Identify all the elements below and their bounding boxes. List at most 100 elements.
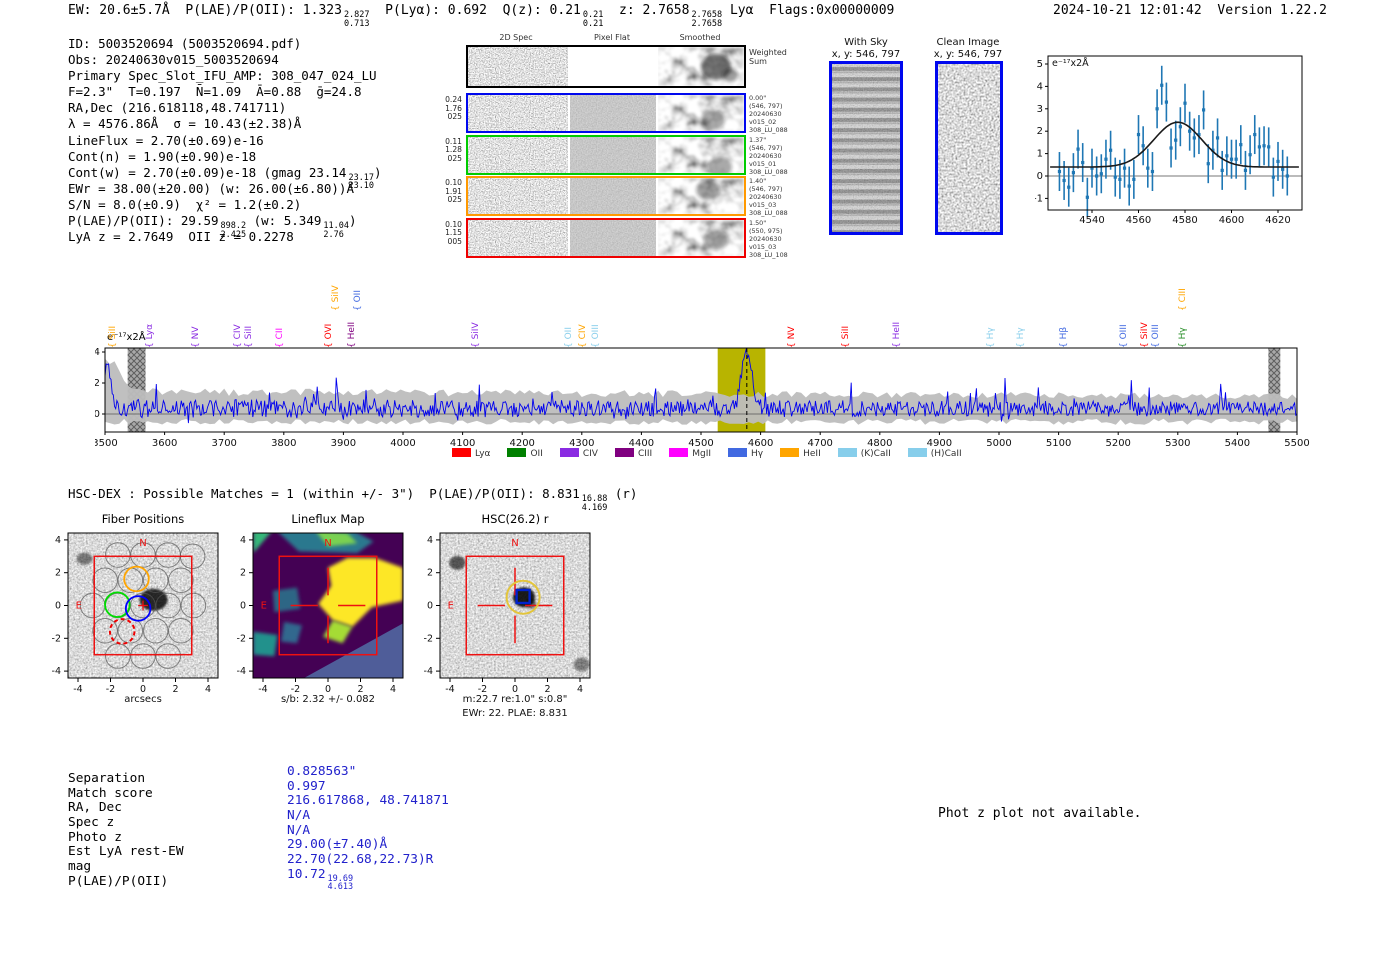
spec2d-row — [466, 93, 746, 133]
spec2d-row-right-labels: 0.00" (546, 797) 20240630 v015_02 308_LU_088 — [749, 94, 788, 134]
spec2d-image-segment — [570, 219, 656, 256]
svg-text:2: 2 — [1037, 126, 1043, 137]
lineflux-map-panel: -4-4-2-2002244 NE — [237, 532, 404, 695]
text-segment: P(LAE)/P(OII): 29.59 — [68, 213, 219, 229]
legend-item-Hγ: Hγ — [728, 448, 763, 459]
lineflux-caption: s/b: 2.32 +/- 0.082 — [280, 694, 376, 705]
text-segment: 22.70(22.68,22.73)R — [287, 851, 434, 867]
spec2d-row — [466, 45, 746, 88]
legend-swatch — [507, 448, 527, 457]
legend-label: (H)CaII — [930, 449, 962, 459]
report-datetime-version: 2024-10-21 12:01:42 Version 1.22.2 — [1053, 3, 1327, 19]
match-row-label-5: Est LyA rest-EW — [68, 844, 184, 860]
text-segment: ID: 5003520694 (5003520694.pdf) — [68, 36, 302, 51]
spec2d-col-header: Smoothed — [679, 33, 721, 42]
svg-text:E: E — [76, 601, 82, 612]
emission-line-label-Hγ: { Hγ — [1178, 327, 1188, 348]
info-line-2: Primary Spec_Slot_IFU_AMP: 308_047_024_L… — [68, 68, 382, 84]
spec2d-image-segment — [658, 136, 744, 173]
spec2d-row-right-labels: 1.37" (546, 797) 20240630 v015_01 308_LU_088 — [749, 135, 788, 176]
clean-image-coords: x, y: 546, 797 — [933, 49, 1003, 60]
emission-line-label-OIII: { OIII — [1151, 324, 1161, 348]
stacked-uncertainty: 11.04 2.76 — [323, 221, 349, 240]
text-segment: ) — [374, 164, 382, 180]
spectrum-legend: Lyα OII CIV CIII MgII Hγ HeII (K)CaII (H)CaII — [452, 448, 962, 459]
text-segment: RA,Dec (216.618118,48.741711) — [68, 100, 287, 116]
stacked-uncertainty: 2.7658 2.7658 — [691, 10, 723, 29]
emission-line-label-Lyα: { Lyα — [145, 323, 155, 348]
match-row-label-7: P(LAE)/P(OII) — [68, 873, 169, 889]
hsc-cutout-panel: -4-4-2-2002244 NE — [424, 532, 591, 695]
text-segment: 0.828563" — [287, 764, 357, 779]
emission-line-label-SiII: { SiII — [841, 325, 851, 348]
text-segment: 216.617868, 48.741871 — [287, 793, 449, 809]
spec2d-image-segment — [570, 95, 656, 131]
spec2d-row-left-labels: 0.10 1.15 005 — [445, 219, 462, 246]
svg-text:0: 0 — [427, 601, 433, 612]
svg-text:-1: -1 — [1035, 193, 1043, 204]
text-segment: LyA z = 2.7649 OII z = 0.2278 — [68, 229, 294, 245]
with-sky-coords: x, y: 546, 797 — [831, 49, 901, 60]
legend-item-Lyα: Lyα — [452, 448, 490, 459]
match-row-label-4: Photo z — [68, 829, 122, 845]
spec2d-row-left-labels: 0.11 1.28 025 — [445, 136, 462, 163]
svg-text:e⁻¹⁷x2Å: e⁻¹⁷x2Å — [1052, 57, 1089, 69]
info-line-8: Cont(w) = 2.70(±0.09)e-18 (gmag 23.14 23.… — [68, 164, 382, 191]
text-segment: F=2.3" T=0.197 N̄=1.09 Ā=0.88 ḡ=24.8 — [68, 84, 362, 100]
text-segment: N/A — [287, 822, 311, 838]
with-sky-noise — [832, 64, 900, 232]
match-row-label-0: Separation — [68, 771, 146, 786]
stacked-uncertainty: 0.21 0.21 — [582, 10, 604, 29]
match-row-value-7: 10.72 19.69 4.613 — [287, 867, 353, 892]
clean-image-title: Clean Image — [936, 37, 1000, 48]
match-row-label-6: mag — [68, 858, 92, 874]
spec2d-panel: 2D Spec Pixel Flat Smoothed Weighted Sum 0.24… — [440, 30, 800, 262]
svg-text:3800: 3800 — [271, 438, 296, 449]
svg-text:4560: 4560 — [1126, 215, 1151, 226]
info-line-1: Obs: 20240630v015_5003520694 — [68, 52, 382, 68]
text-segment: EW: 20.6±5.7Å P(LAE)/P(OII): 1.323 — [68, 3, 342, 18]
emission-line-label-HeII: { HeII — [892, 321, 902, 348]
svg-text:2: 2 — [55, 568, 61, 579]
legend-item-(K)CaII: (K)CaII — [837, 448, 891, 459]
svg-text:0: 0 — [55, 601, 61, 612]
fiber-xaxis-label: arcsecs — [124, 694, 162, 705]
match-row-label-2: RA, Dec — [68, 800, 122, 816]
fiber-positions-panel: -4-4-2-2002244 NE — [52, 532, 219, 695]
svg-text:-2: -2 — [424, 633, 433, 644]
hsc-caption-photometry: m:22.7 re:1.0" s:0.8" — [462, 694, 568, 705]
spec2d-image-segment — [468, 95, 568, 131]
legend-swatch — [907, 448, 927, 457]
spec2d-image-segment — [468, 47, 568, 86]
spec2d-image-segment — [468, 136, 568, 173]
emission-line-label-CIV: { CIV — [578, 324, 588, 348]
svg-text:-2: -2 — [52, 633, 61, 644]
emission-line-label-OIII: { OIII — [1119, 324, 1129, 348]
emission-line-label-HeII: { HeII — [347, 321, 357, 348]
spec2d-image-segment — [570, 178, 656, 214]
svg-text:N: N — [324, 538, 331, 549]
emission-line-label-NV: { NV — [191, 326, 201, 348]
legend-label: OII — [530, 449, 543, 459]
svg-text:2: 2 — [427, 568, 433, 579]
svg-text:-4: -4 — [424, 666, 433, 677]
text-segment: S/N = 8.0(±0.9) χ² = 1.2(±0.2) — [68, 196, 302, 212]
legend-item-OII: OII — [507, 448, 543, 459]
report-datetime: 2024-10-21 12:01:42 — [1053, 3, 1202, 18]
info-line-7: Cont(n) = 1.90(±0.90)e-18 — [68, 149, 382, 165]
spec2d-image-segment — [570, 136, 656, 173]
spec2d-row — [466, 217, 746, 258]
svg-text:0: 0 — [95, 409, 100, 420]
svg-text:N: N — [139, 538, 146, 549]
emission-line-label-OIII: { OIII — [591, 324, 601, 348]
svg-text:3: 3 — [1037, 104, 1043, 115]
legend-label: Hγ — [751, 449, 764, 459]
weighted-sum-label: Weighted Sum — [749, 48, 787, 66]
svg-text:E: E — [448, 601, 454, 612]
svg-text:4: 4 — [240, 535, 246, 546]
svg-text:4620: 4620 — [1265, 215, 1290, 226]
spec2d-col-header: Pixel Flat — [594, 33, 630, 42]
svg-text:5100: 5100 — [1046, 438, 1071, 449]
emission-line-label-SiIV: { SiIV — [331, 285, 341, 311]
